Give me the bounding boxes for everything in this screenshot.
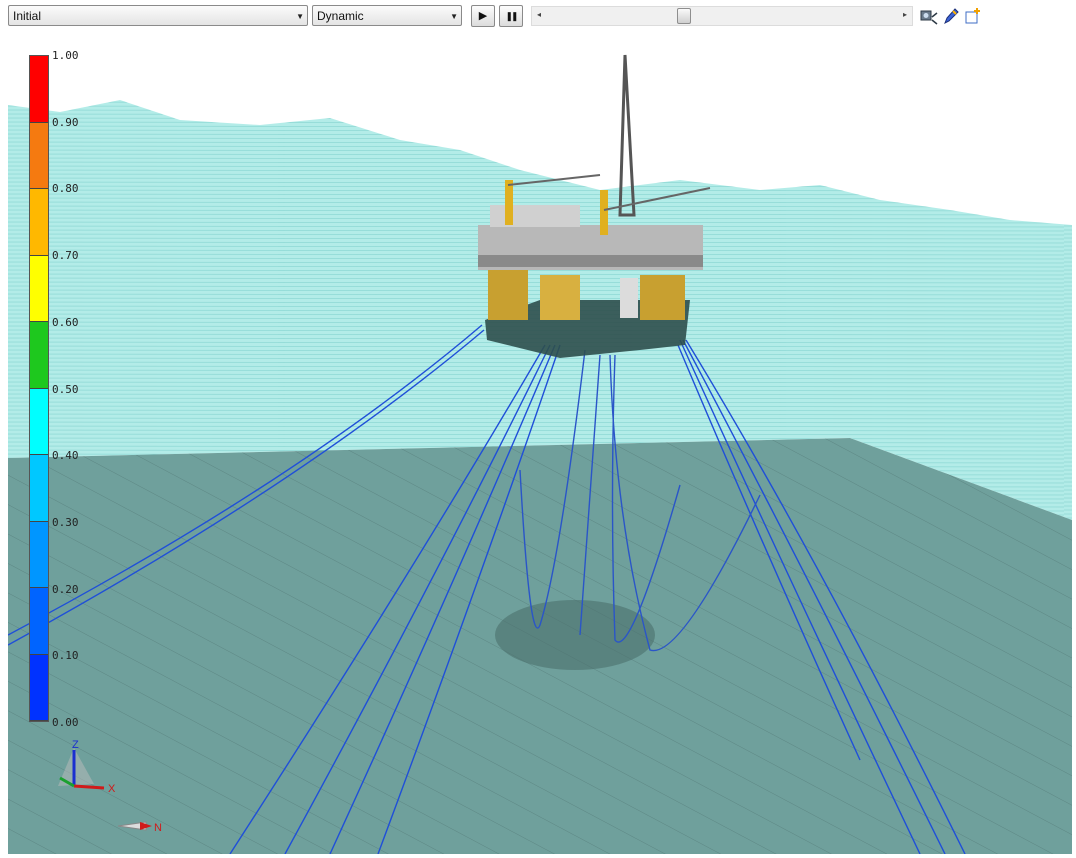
platform-shadow <box>495 600 655 670</box>
slider-right-arrow-icon[interactable]: ▸ <box>903 10 907 19</box>
new-window-icon[interactable] <box>964 7 982 25</box>
legend-tick: 1.00 <box>52 49 79 62</box>
case-dropdown[interactable]: Initial ▼ <box>8 5 308 26</box>
chevron-down-icon: ▼ <box>296 12 304 21</box>
play-button[interactable]: ▶ <box>471 5 495 27</box>
axis-triad: Z X <box>58 740 116 795</box>
chevron-down-icon: ▼ <box>450 12 458 21</box>
z-axis-label: Z <box>72 740 79 751</box>
pen-icon[interactable] <box>942 7 960 25</box>
time-slider-thumb[interactable] <box>677 8 691 24</box>
play-icon: ▶ <box>478 10 488 22</box>
legend-tick: 0.10 <box>52 649 79 662</box>
camera-settings-icon[interactable] <box>920 7 938 25</box>
legend-tick: 0.70 <box>52 249 79 262</box>
legend-band <box>30 189 48 256</box>
pause-button[interactable]: ❚❚ <box>499 5 523 27</box>
legend-band <box>30 322 48 389</box>
toolbar: Initial ▼ Dynamic ▼ ▶ ❚❚ ◂ ▸ <box>0 0 1076 34</box>
legend-band <box>30 122 48 189</box>
slider-left-arrow-icon[interactable]: ◂ <box>537 10 541 19</box>
offshore-scene <box>8 54 1072 854</box>
legend-tick: 0.90 <box>52 116 79 129</box>
north-arrow-icon: N <box>117 821 162 834</box>
case-dropdown-value: Initial <box>13 9 42 23</box>
legend-band <box>30 588 48 655</box>
legend-band <box>30 388 48 455</box>
3d-viewport[interactable]: 1.00 0.90 0.80 0.70 0.60 0.50 0.40 0.30 … <box>8 34 1072 854</box>
mode-dropdown[interactable]: Dynamic ▼ <box>312 5 462 26</box>
legend-band <box>30 654 48 721</box>
legend-band <box>30 255 48 322</box>
legend-tick: 0.00 <box>52 716 79 729</box>
legend-tick: 0.40 <box>52 449 79 462</box>
legend-tick: 0.20 <box>52 583 79 596</box>
north-label: N <box>154 822 162 834</box>
legend-tick: 0.50 <box>52 383 79 396</box>
time-slider[interactable]: ◂ ▸ <box>531 6 913 26</box>
legend-tick: 0.30 <box>52 516 79 529</box>
pause-icon: ❚❚ <box>505 11 518 21</box>
legend-band <box>30 56 48 123</box>
legend-tick: 0.60 <box>52 316 79 329</box>
legend-band <box>30 521 48 588</box>
legend-tick: 0.80 <box>52 182 79 195</box>
legend-band <box>30 455 48 522</box>
mode-dropdown-value: Dynamic <box>317 9 364 23</box>
color-legend <box>29 55 49 722</box>
x-axis-label: X <box>108 783 116 795</box>
